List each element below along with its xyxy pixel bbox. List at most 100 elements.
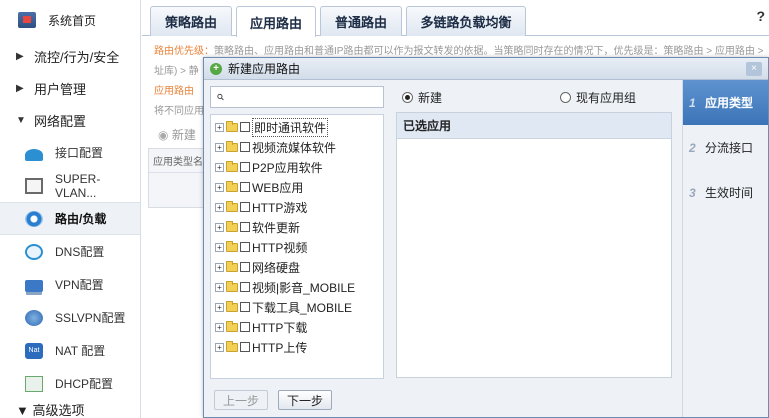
step-split-interface[interactable]: 2 分流接口 <box>683 125 768 170</box>
tree-node-checkbox[interactable] <box>240 202 250 212</box>
background-new-button: ◉ 新建 <box>158 126 196 143</box>
step-app-type[interactable]: 1 应用类型 <box>683 80 768 125</box>
folder-icon <box>226 340 238 352</box>
expand-plus-icon[interactable]: + <box>215 342 224 352</box>
expand-plus-icon[interactable]: + <box>215 182 224 192</box>
tree-node[interactable]: + P2P应用软件 <box>215 157 383 177</box>
expand-plus-icon[interactable]: + <box>215 302 224 312</box>
sidebar-item-label: 接口配置 <box>55 146 104 160</box>
tree-node-checkbox[interactable] <box>240 222 250 232</box>
tree-node-label: 网络硬盘 <box>252 260 301 275</box>
vpn-icon <box>25 279 43 292</box>
tab-label: 策略路由 <box>164 15 217 30</box>
sidebar-group-advanced[interactable]: ▼ 高级选项 <box>16 400 85 418</box>
dialog-body: + 即时通讯软件 + 视频流媒体软件 + P2P应用软件 + WEB应用 + HTTP游戏 + 软件更… <box>204 80 768 417</box>
radio-button[interactable] <box>560 91 572 103</box>
app-picker-panel: + 即时通讯软件 + 视频流媒体软件 + P2P应用软件 + WEB应用 + HTTP游戏 + 软件更… <box>210 86 384 379</box>
tree-node[interactable]: + WEB应用 <box>215 177 383 197</box>
tree-node-checkbox[interactable] <box>240 262 250 272</box>
triangle-down-icon: ▼ <box>16 114 26 126</box>
nat-icon: Nat <box>25 342 43 359</box>
sidebar-group-network-config[interactable]: ▼ 网络配置 <box>0 104 140 136</box>
plus-circle-icon: ◉ <box>158 128 169 142</box>
step-effective-time[interactable]: 3 生效时间 <box>683 170 768 215</box>
app-source-radio-group: 新建 现有应用组 <box>396 86 676 108</box>
next-button[interactable]: 下一步 <box>278 390 333 410</box>
tab-application-routing[interactable]: 应用路由 <box>236 6 316 37</box>
search-input[interactable] <box>228 88 383 106</box>
tree-node-checkbox[interactable] <box>240 162 250 172</box>
sslvpn-icon <box>25 309 43 326</box>
sidebar-item-dhcp[interactable]: DHCP配置 <box>0 367 140 400</box>
help-icon[interactable]: ? <box>756 8 765 24</box>
routing-icon <box>25 210 43 227</box>
tree-node-label: HTTP视频 <box>252 240 308 255</box>
step-number: 2 <box>689 140 696 155</box>
tree-node-label: 下载工具_MOBILE <box>252 300 353 315</box>
sidebar-item-interface[interactable]: 接口配置 <box>0 136 140 169</box>
folder-icon <box>226 160 238 172</box>
tree-node-checkbox[interactable] <box>240 322 250 332</box>
sidebar-group-label: 网络配置 <box>34 113 87 129</box>
sidebar-item-label: 路由/负载 <box>55 212 107 226</box>
super-vlan-icon <box>25 177 43 194</box>
tree-node-label: 即时通讯软件 <box>252 117 329 137</box>
sidebar-item-sslvpn[interactable]: SSLVPN配置 <box>0 301 140 334</box>
close-icon[interactable]: × <box>746 62 762 76</box>
step-label: 生效时间 <box>705 186 754 200</box>
tab-normal-routing[interactable]: 普通路由 <box>320 6 402 36</box>
selected-apps-header: 已选应用 <box>397 113 671 139</box>
tab-policy-routing[interactable]: 策略路由 <box>150 6 232 36</box>
step-label: 应用类型 <box>705 96 754 110</box>
radio-new[interactable]: 新建 <box>402 89 442 106</box>
tree-node[interactable]: + 视频流媒体软件 <box>215 137 383 157</box>
expand-plus-icon[interactable]: + <box>215 202 224 212</box>
radio-existing-group[interactable]: 现有应用组 <box>560 89 636 106</box>
prev-button[interactable]: 上一步 <box>214 390 269 410</box>
tree-node[interactable]: + HTTP上传 <box>215 337 383 357</box>
sidebar-item-vpn[interactable]: VPN配置 <box>0 268 140 301</box>
sidebar-group-label: 高级选项 <box>32 403 85 418</box>
tree-node-label: P2P应用软件 <box>252 160 323 175</box>
expand-plus-icon[interactable]: + <box>215 322 224 332</box>
tree-node[interactable]: + 下载工具_MOBILE <box>215 297 383 317</box>
tree-node[interactable]: + HTTP下载 <box>215 317 383 337</box>
tree-node-checkbox[interactable] <box>240 342 250 352</box>
sidebar-item-dns[interactable]: DNS配置 <box>0 235 140 268</box>
expand-plus-icon[interactable]: + <box>215 162 224 172</box>
tree-node-checkbox[interactable] <box>240 302 250 312</box>
tree-node[interactable]: + 软件更新 <box>215 217 383 237</box>
expand-plus-icon[interactable]: + <box>215 142 224 152</box>
dhcp-icon <box>25 375 43 392</box>
sidebar-item-home[interactable]: 系统首页 <box>0 0 140 40</box>
tree-node[interactable]: + 网络硬盘 <box>215 257 383 277</box>
expand-plus-icon[interactable]: + <box>215 122 224 132</box>
sidebar-item-super-vlan[interactable]: SUPER-VLAN... <box>0 169 140 202</box>
tree-node[interactable]: + HTTP游戏 <box>215 197 383 217</box>
sidebar-group-flow-control[interactable]: ▶ 流控/行为/安全 <box>0 40 140 72</box>
tree-node-checkbox[interactable] <box>240 242 250 252</box>
tree-node-label: HTTP游戏 <box>252 200 308 215</box>
tree-node-checkbox[interactable] <box>240 182 250 192</box>
app-category-tree: + 即时通讯软件 + 视频流媒体软件 + P2P应用软件 + WEB应用 + HTTP游戏 + 软件更… <box>210 114 384 379</box>
folder-icon <box>226 140 238 152</box>
sidebar-item-routing[interactable]: 路由/负载 <box>0 202 140 235</box>
expand-plus-icon[interactable]: + <box>215 242 224 252</box>
expand-plus-icon[interactable]: + <box>215 222 224 232</box>
tree-node-checkbox[interactable] <box>240 122 250 132</box>
tree-node-checkbox[interactable] <box>240 142 250 152</box>
tree-node[interactable]: + HTTP视频 <box>215 237 383 257</box>
expand-plus-icon[interactable]: + <box>215 282 224 292</box>
tree-node[interactable]: + 即时通讯软件 <box>215 117 383 137</box>
sidebar-group-user-management[interactable]: ▶ 用户管理 <box>0 72 140 104</box>
radio-button-selected[interactable] <box>402 91 413 103</box>
expand-plus-icon[interactable]: + <box>215 262 224 272</box>
dialog-title-bar[interactable]: + 新建应用路由 × <box>204 58 768 80</box>
new-app-route-dialog: + 新建应用路由 × + 即时通讯软件 + 视频流媒体软件 + P2P应用软件 + WEB应用… <box>203 57 769 418</box>
tab-multilink-load-balance[interactable]: 多链路负载均衡 <box>406 6 526 36</box>
sidebar-item-nat[interactable]: Nat NAT 配置 <box>0 334 140 367</box>
tree-node[interactable]: + 视频|影音_MOBILE <box>215 277 383 297</box>
sidebar-item-label: DHCP配置 <box>55 377 114 391</box>
step-label: 分流接口 <box>705 141 754 155</box>
tree-node-checkbox[interactable] <box>240 282 250 292</box>
